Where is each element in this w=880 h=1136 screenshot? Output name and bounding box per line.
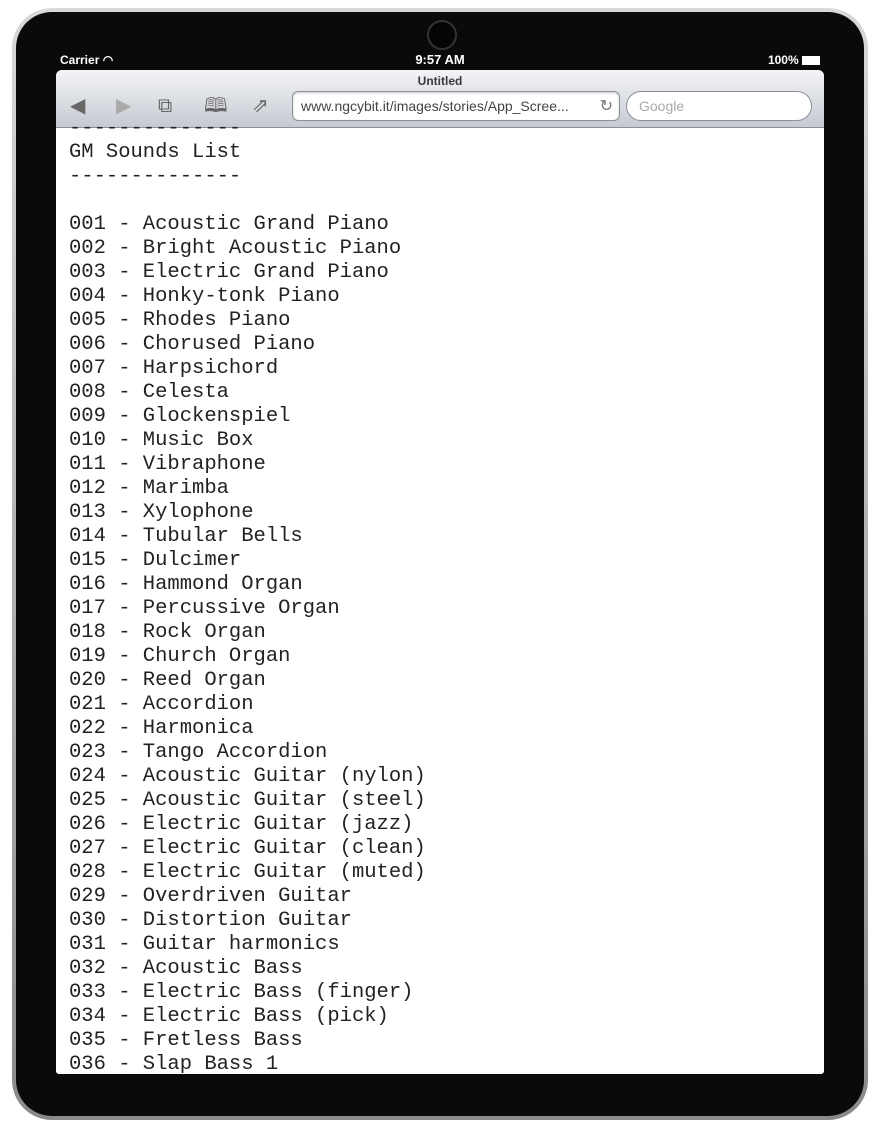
text-line: 029 - Overdriven Guitar [69, 885, 352, 908]
text-line: 001 - Acoustic Grand Piano [69, 213, 389, 236]
text-line [69, 189, 426, 213]
text-line: 005 - Rhodes Piano [69, 309, 291, 332]
text-line: 025 - Acoustic Guitar (steel) [69, 789, 426, 812]
text-line: 003 - Electric Grand Piano [69, 261, 389, 284]
page-content: -------------- GM Sounds List ------------… [69, 117, 426, 1074]
text-line: 009 - Glockenspiel [69, 405, 291, 428]
search-input[interactable]: Google [626, 91, 812, 121]
text-line: 014 - Tubular Bells [69, 525, 303, 548]
text-line: 035 - Fretless Bass [69, 1029, 303, 1052]
text-line: 019 - Church Organ [69, 645, 291, 668]
text-line: -------------- [69, 165, 242, 188]
text-line: 033 - Electric Bass (finger) [69, 981, 414, 1004]
status-bar: Carrier ◠ 9:57 AM 100% [56, 50, 824, 70]
tabs-icon[interactable]: ⧉ [158, 94, 172, 118]
text-line: 028 - Electric Guitar (muted) [69, 861, 426, 884]
text-line: 016 - Hammond Organ [69, 573, 303, 596]
back-icon[interactable]: ◀ [70, 94, 85, 118]
reload-icon[interactable]: ↻ [600, 96, 613, 116]
text-line: GM Sounds List [69, 141, 242, 164]
browser-screen: Untitled ◀ ▶ ⧉ 🕮 ⇗ www.ngcybit.it/images… [56, 70, 824, 1074]
battery-percent: 100% [767, 53, 799, 67]
text-line: 024 - Acoustic Guitar (nylon) [69, 765, 426, 788]
text-line: 004 - Honky-tonk Piano [69, 285, 340, 308]
text-line: 031 - Guitar harmonics [69, 933, 340, 956]
text-line: 017 - Percussive Organ [69, 597, 340, 620]
forward-icon[interactable]: ▶ [116, 94, 131, 118]
text-line: 023 - Tango Accordion [69, 741, 328, 764]
text-line: 018 - Rock Organ [69, 621, 266, 644]
text-line: 007 - Harpsichord [69, 357, 279, 380]
text-line: -------------- [69, 117, 242, 140]
text-line: 020 - Reed Organ [69, 669, 266, 692]
share-icon[interactable]: ⇗ [252, 94, 269, 118]
bookmarks-icon[interactable]: 🕮 [204, 94, 228, 118]
text-line: 012 - Marimba [69, 477, 229, 500]
url-text: www.ngcybit.it/images/stories/App_Scree.… [301, 98, 569, 114]
text-line: 036 - Slap Bass 1 [69, 1053, 279, 1074]
text-line: 030 - Distortion Guitar [69, 909, 352, 932]
battery: 100% [768, 53, 820, 67]
text-line: 026 - Electric Guitar (jazz) [69, 813, 414, 836]
battery-icon [802, 56, 820, 65]
text-line: 006 - Chorused Piano [69, 333, 316, 356]
text-line: 022 - Harmonica [69, 717, 254, 740]
text-line: 027 - Electric Guitar (clean) [69, 837, 426, 860]
text-line: 013 - Xylophone [69, 501, 254, 524]
text-line: 032 - Acoustic Bass [69, 957, 303, 980]
camera [427, 20, 457, 50]
text-line: 011 - Vibraphone [69, 453, 266, 476]
page-title: Untitled [417, 74, 463, 88]
text-line: 008 - Celesta [69, 381, 229, 404]
text-line: 034 - Electric Bass (pick) [69, 1005, 389, 1028]
text-line: 002 - Bright Acoustic Piano [69, 237, 402, 260]
text-line: 010 - Music Box [69, 429, 254, 452]
text-line: 021 - Accordion [69, 693, 254, 716]
clock: 9:57 AM [415, 52, 465, 67]
text-line: 015 - Dulcimer [69, 549, 242, 572]
